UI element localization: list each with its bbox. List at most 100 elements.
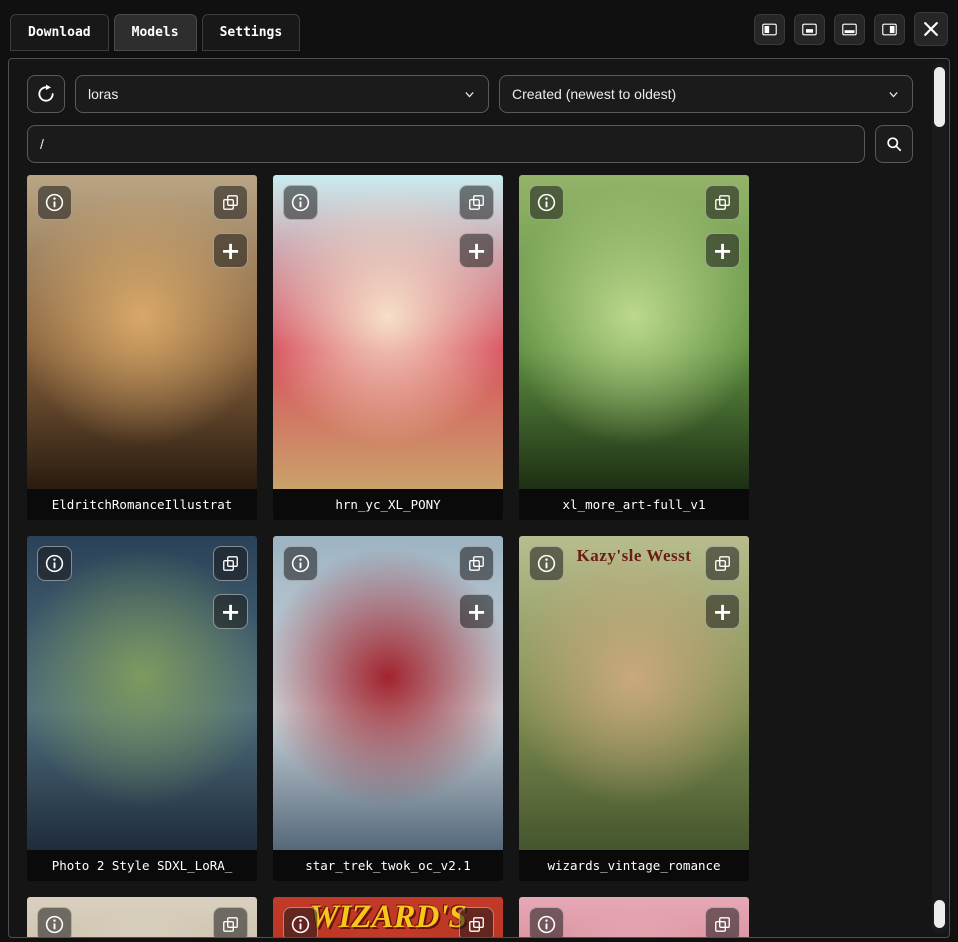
info-button[interactable] <box>529 546 564 581</box>
model-preview-image: + <box>27 536 257 850</box>
chevron-down-icon <box>887 88 900 101</box>
copy-icon <box>221 915 240 934</box>
model-name-bar: xl_more_art-full_v1 <box>519 489 749 520</box>
model-type-select[interactable]: loras <box>75 75 489 113</box>
model-preview-image: + <box>27 897 257 938</box>
copy-button[interactable] <box>213 185 248 220</box>
info-button[interactable] <box>283 907 318 938</box>
split-left-icon <box>761 21 778 38</box>
filter-toolbar: loras Created (newest to oldest) <box>9 59 949 113</box>
search-toolbar <box>9 113 949 163</box>
sort-select[interactable]: Created (newest to oldest) <box>499 75 913 113</box>
window-controls <box>754 12 948 46</box>
copy-button[interactable] <box>705 907 740 938</box>
info-button[interactable] <box>37 185 72 220</box>
tab-download[interactable]: Download <box>10 14 109 51</box>
copy-button[interactable] <box>705 185 740 220</box>
model-card[interactable]: + xl_more_art-full_v1 <box>519 175 749 520</box>
model-preview-image: + <box>519 897 749 938</box>
copy-button[interactable] <box>213 546 248 581</box>
model-card[interactable]: Kazy'sle Wesst + wizards_vintage_romance <box>519 536 749 881</box>
model-name: star_trek_twok_oc_v2.1 <box>305 858 471 873</box>
layout-panel-bottom-button[interactable] <box>834 14 865 45</box>
copy-icon <box>467 915 486 934</box>
info-icon <box>536 914 557 935</box>
copy-icon <box>221 193 240 212</box>
model-name-bar: EldritchRomanceIllustrat <box>27 489 257 520</box>
model-card[interactable]: + <box>27 897 257 938</box>
model-name-bar: wizards_vintage_romance <box>519 850 749 881</box>
add-button[interactable]: + <box>459 233 494 268</box>
add-button[interactable]: + <box>705 594 740 629</box>
model-preview-image: + <box>27 175 257 489</box>
info-button[interactable] <box>529 907 564 938</box>
layout-split-left-button[interactable] <box>754 14 785 45</box>
dock-bottom-icon <box>801 21 818 38</box>
copy-icon <box>713 554 732 573</box>
add-button[interactable]: + <box>459 594 494 629</box>
chevron-down-icon <box>463 88 476 101</box>
info-button[interactable] <box>37 546 72 581</box>
info-icon <box>44 553 65 574</box>
split-right-icon <box>881 21 898 38</box>
info-button[interactable] <box>283 185 318 220</box>
info-icon <box>290 553 311 574</box>
copy-icon <box>467 554 486 573</box>
copy-icon <box>221 554 240 573</box>
add-button[interactable]: + <box>705 233 740 268</box>
close-button[interactable] <box>914 12 948 46</box>
add-button[interactable]: + <box>213 594 248 629</box>
copy-icon <box>467 193 486 212</box>
tab-models[interactable]: Models <box>114 14 197 51</box>
model-name: wizards_vintage_romance <box>547 858 720 873</box>
info-icon <box>290 192 311 213</box>
model-card[interactable]: + EldritchRomanceIllustrat <box>27 175 257 520</box>
vertical-scrollbar[interactable] <box>932 62 947 934</box>
refresh-icon <box>36 84 56 104</box>
model-preview-image: WIZARD'S + <box>273 897 503 938</box>
app-window: Download Models Settings <box>0 0 958 938</box>
tab-bar: Download Models Settings <box>0 0 958 52</box>
model-card[interactable]: WIZARD'S + <box>273 897 503 938</box>
copy-button[interactable] <box>459 185 494 220</box>
model-card[interactable]: + Photo 2 Style SDXL_LoRA_ <box>27 536 257 881</box>
search-icon <box>884 134 904 154</box>
info-button[interactable] <box>529 185 564 220</box>
info-button[interactable] <box>37 907 72 938</box>
model-preview-image: + <box>519 175 749 489</box>
info-icon <box>44 914 65 935</box>
info-icon <box>290 914 311 935</box>
info-button[interactable] <box>283 546 318 581</box>
copy-button[interactable] <box>213 907 248 938</box>
copy-icon <box>713 915 732 934</box>
model-name-bar: hrn_yc_XL_PONY <box>273 489 503 520</box>
tab-settings[interactable]: Settings <box>202 14 301 51</box>
model-card[interactable]: + star_trek_twok_oc_v2.1 <box>273 536 503 881</box>
model-grid: + EldritchRomanceIllustrat + hrn_yc_XL_P… <box>9 175 949 938</box>
info-icon <box>44 192 65 213</box>
add-button[interactable]: + <box>213 233 248 268</box>
info-icon <box>536 192 557 213</box>
model-preview-image: Kazy'sle Wesst + <box>519 536 749 850</box>
model-card[interactable]: + hrn_yc_XL_PONY <box>273 175 503 520</box>
close-icon <box>921 19 941 39</box>
models-panel: loras Created (newest to oldest) + <box>8 58 950 938</box>
search-button[interactable] <box>875 125 913 163</box>
refresh-button[interactable] <box>27 75 65 113</box>
scrollbar-thumb[interactable] <box>934 67 945 127</box>
model-type-value: loras <box>88 86 118 102</box>
search-input[interactable] <box>27 125 865 163</box>
panel-bottom-icon <box>841 21 858 38</box>
tab-strip: Download Models Settings <box>10 6 300 52</box>
layout-split-right-button[interactable] <box>874 14 905 45</box>
copy-button[interactable] <box>459 546 494 581</box>
layout-dock-bottom-button[interactable] <box>794 14 825 45</box>
model-name: EldritchRomanceIllustrat <box>52 497 233 512</box>
model-card[interactable]: + <box>519 897 749 938</box>
copy-button[interactable] <box>705 546 740 581</box>
model-name: xl_more_art-full_v1 <box>563 497 706 512</box>
copy-button[interactable] <box>459 907 494 938</box>
sort-value: Created (newest to oldest) <box>512 86 676 102</box>
model-name: Photo 2 Style SDXL_LoRA_ <box>52 858 233 873</box>
scrollbar-bottom-thumb[interactable] <box>934 900 945 928</box>
